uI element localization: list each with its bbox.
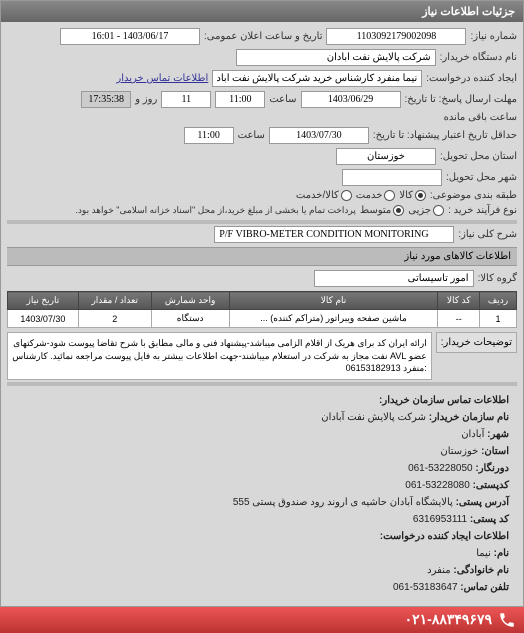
fax-label: دورنگار: (475, 463, 509, 474)
req-no-input[interactable] (326, 28, 466, 45)
phone-number: ۰۲۱-۸۸۳۴۹۶۷۹ (405, 611, 492, 628)
radio-icon (415, 190, 426, 201)
th-date: تاریخ نیاز (8, 292, 79, 310)
time-label-2: ساعت (238, 130, 265, 141)
remain-days-input (161, 91, 211, 108)
delivery-state-input[interactable] (336, 148, 436, 165)
delivery-city-input[interactable] (342, 169, 442, 186)
delivery-city-label: شهر محل تحویل: (446, 172, 517, 183)
separator (7, 382, 517, 386)
proc-small-radio[interactable]: جزیی (408, 205, 444, 216)
separator (7, 220, 517, 224)
subject-label: شرح کلی نیاز: (458, 229, 517, 240)
remain-time-input (81, 91, 131, 108)
city-label: شهر: (487, 429, 509, 440)
postcode-label: کد پستی: (470, 514, 509, 525)
phone-icon (498, 611, 516, 629)
creator-label: ایجاد کننده درخواست: (426, 73, 517, 84)
deadline-label: مهلت ارسال پاسخ: تا تاریخ: (405, 94, 517, 105)
family-value: منفرد (427, 565, 450, 576)
buyer-desc-row: توضیحات خریدار: ارائه ایران کد برای هریک… (7, 332, 517, 380)
deadline-date-input[interactable] (301, 91, 401, 108)
category-label: طبقه بندی موضوعی: (430, 190, 517, 201)
details-panel: جزئیات اطلاعات نیاز شماره نیاز: تاریخ و … (0, 0, 524, 607)
postal-label: کدپستی: (473, 480, 509, 491)
deadline-time-input[interactable] (215, 91, 265, 108)
name-label: نام: (494, 548, 509, 559)
table-header-row: ردیف کد کالا نام کالا واحد شمارش تعداد /… (8, 292, 517, 310)
time-label-1: ساعت (269, 94, 296, 105)
cell-date: 1403/07/30 (8, 310, 79, 328)
fax-value: 53228050-061 (408, 463, 473, 474)
family-label: نام خانوادگی: (453, 565, 509, 576)
cat-goods-radio[interactable]: کالا (399, 190, 426, 201)
creator2-label: اطلاعات ایجاد کننده درخواست: (380, 531, 509, 542)
buyer-desc-value: ارائه ایران کد برای هریک از اقلام الزامی… (7, 332, 432, 380)
cell-qty: 2 (78, 310, 151, 328)
postal-value: 53228080-061 (405, 480, 470, 491)
remain-label: ساعت باقی مانده (444, 112, 517, 123)
process-label: نوع فرآیند خرید : (448, 205, 517, 216)
items-header: اطلاعات کالاهای مورد نیاز (7, 247, 517, 266)
phone-bar: ۰۲۱-۸۸۳۴۹۶۷۹ (0, 607, 524, 633)
tel-value: 53183647-061 (393, 582, 458, 593)
items-table: ردیف کد کالا نام کالا واحد شمارش تعداد /… (7, 291, 517, 328)
radio-icon (341, 190, 352, 201)
buyer-org-input[interactable] (236, 49, 436, 66)
pub-date-label: تاریخ و ساعت اعلان عمومی: (204, 31, 323, 42)
remain-days-label: روز و (135, 94, 157, 105)
table-row[interactable]: 1 -- ماشین صفحه ویبراتور (متراکم کننده) … (8, 310, 517, 328)
cell-unit: دستگاه (151, 310, 229, 328)
cell-code: -- (438, 310, 480, 328)
min-deadline-label: حداقل تاریخ اعتبار پیشنهاد: تا تاریخ: (373, 130, 517, 141)
pub-date-input[interactable] (60, 28, 200, 45)
process-note: پرداخت تمام یا بخشی از مبلغ خرید،از محل … (75, 205, 355, 216)
group-label: گروه کالا: (478, 273, 517, 284)
cell-rownum: 1 (480, 310, 517, 328)
radio-icon (384, 190, 395, 201)
panel-title: جزئیات اطلاعات نیاز (1, 1, 523, 22)
th-rownum: ردیف (480, 292, 517, 310)
th-name: نام کالا (229, 292, 438, 310)
cell-name: ماشین صفحه ویبراتور (متراکم کننده) ... (229, 310, 438, 328)
th-qty: تعداد / مقدار (78, 292, 151, 310)
radio-icon (433, 205, 444, 216)
cat-goods-service-radio[interactable]: کالا/خدمت (296, 190, 352, 201)
creator-input[interactable] (212, 70, 422, 87)
subject-input[interactable] (214, 226, 454, 243)
radio-icon (393, 205, 404, 216)
contact-link[interactable]: اطلاعات تماس خریدار (116, 73, 208, 84)
th-code: کد کالا (438, 292, 480, 310)
contact-info: اطلاعات تماس سازمان خریدار: نام سازمان خ… (7, 388, 517, 600)
postcode-value: 6316953111 (413, 514, 467, 525)
th-unit: واحد شمارش (151, 292, 229, 310)
min-deadline-date-input[interactable] (269, 127, 369, 144)
org-label: نام سازمان خریدار: (429, 412, 509, 423)
addr-value: پالایشگاه آبادان حاشیه ی اروند رود صندوق… (233, 497, 453, 508)
delivery-state-label: استان محل تحویل: (440, 151, 517, 162)
group-input[interactable] (314, 270, 474, 287)
tel-label: تلفن تماس: (460, 582, 509, 593)
state-value: خوزستان (440, 446, 478, 457)
cat-service-radio[interactable]: خدمت (356, 190, 396, 201)
req-no-label: شماره نیاز: (470, 31, 517, 42)
state-label: استان: (481, 446, 509, 457)
addr-label: آدرس پستی: (456, 497, 509, 508)
name-value: نیما (476, 548, 491, 559)
city-value: آبادان (461, 429, 484, 440)
buyer-org-label: نام دستگاه خریدار: (440, 52, 517, 63)
contact-header: اطلاعات تماس سازمان خریدار: (379, 395, 509, 406)
panel-body: شماره نیاز: تاریخ و ساعت اعلان عمومی: نا… (1, 22, 523, 606)
org-value: شرکت پالایش نفت آبادان (321, 412, 426, 423)
proc-medium-radio[interactable]: متوسط (360, 205, 404, 216)
min-deadline-time-input[interactable] (184, 127, 234, 144)
buyer-desc-label: توضیحات خریدار: (436, 332, 517, 353)
